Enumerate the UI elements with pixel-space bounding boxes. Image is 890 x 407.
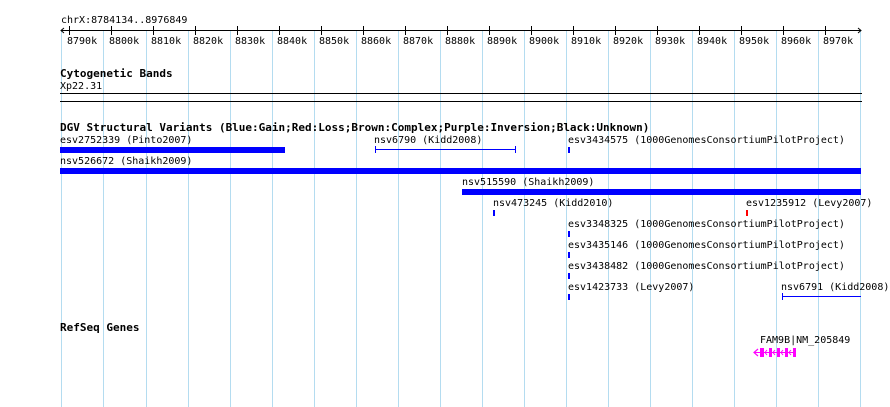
cytoband-label[interactable]: Xp22.31 <box>60 81 102 92</box>
ruler-tick-label: 8870k <box>403 36 434 47</box>
ruler-tick-label: 8790k <box>67 36 98 47</box>
grid-line <box>314 30 315 407</box>
grid-line <box>482 30 483 407</box>
variant-feature-gain[interactable] <box>568 273 570 279</box>
grid-line <box>272 30 273 407</box>
grid-line <box>440 30 441 407</box>
grid-line <box>188 30 189 407</box>
ruler-tick-label: 8920k <box>613 36 644 47</box>
variant-label[interactable]: esv3435146 (1000GenomesConsortiumPilotPr… <box>568 240 845 251</box>
variant-feature-gain[interactable] <box>493 210 495 216</box>
variant-feature-gain[interactable] <box>60 147 285 153</box>
ruler-tick-label: 8810k <box>151 36 182 47</box>
variant-feature-gain[interactable] <box>568 231 570 237</box>
cytoband-line <box>60 93 862 94</box>
variant-label[interactable]: nsv515590 (Shaikh2009) <box>462 177 594 188</box>
grid-line <box>566 30 567 407</box>
variant-label[interactable]: esv3348325 (1000GenomesConsortiumPilotPr… <box>568 219 845 230</box>
grid-line <box>524 30 525 407</box>
variant-label[interactable]: nsv526672 (Shaikh2009) <box>60 156 192 167</box>
variant-feature-gain[interactable] <box>375 149 516 150</box>
ruler-tick-label: 8960k <box>781 36 812 47</box>
ruler-tick-label: 8970k <box>823 36 854 47</box>
ruler-tick-label: 8940k <box>697 36 728 47</box>
ruler-tick-label: 8900k <box>529 36 560 47</box>
cytoband-track-title: Cytogenetic Bands <box>60 67 173 80</box>
variant-label[interactable]: nsv6791 (Kidd2008) <box>781 282 889 293</box>
ruler-tick-label: 8910k <box>571 36 602 47</box>
variant-label[interactable]: nsv473245 (Kidd2010) <box>493 198 613 209</box>
variant-label[interactable]: esv2752339 (Pinto2007) <box>60 135 192 146</box>
variant-feature-gain[interactable] <box>568 147 570 153</box>
variant-label[interactable]: esv3438482 (1000GenomesConsortiumPilotPr… <box>568 261 845 272</box>
ruler-tick-label: 8860k <box>361 36 392 47</box>
grid-line <box>230 30 231 407</box>
ruler-tick-label: 8930k <box>655 36 686 47</box>
variant-feature-gain[interactable] <box>568 252 570 258</box>
grid-line <box>860 30 861 407</box>
dgv-track-title: DGV Structural Variants (Blue:Gain;Red:L… <box>60 121 650 134</box>
variant-label[interactable]: esv1235912 (Levy2007) <box>746 198 872 209</box>
variant-label[interactable]: esv3434575 (1000GenomesConsortiumPilotPr… <box>568 135 845 146</box>
ruler-tick-label: 8890k <box>487 36 518 47</box>
grid-line <box>356 30 357 407</box>
ruler-tick-label: 8850k <box>319 36 350 47</box>
variant-feature-gain[interactable] <box>782 296 861 297</box>
variant-feature-endcap <box>515 146 516 153</box>
variant-feature-gain[interactable] <box>568 294 570 300</box>
ruler-tick-label: 8820k <box>193 36 224 47</box>
variant-label[interactable]: esv1423733 (Levy2007) <box>568 282 694 293</box>
ruler-tick-label: 8840k <box>277 36 308 47</box>
genome-browser-panel: chrX:8784134..8976849 8790k 8800k 8810k … <box>0 0 890 407</box>
refseq-track-title: RefSeq Genes <box>60 321 140 334</box>
cytoband-line <box>60 101 862 102</box>
variant-feature-gain[interactable] <box>60 168 861 174</box>
ruler-tick-label: 8950k <box>739 36 770 47</box>
variant-feature-endcap <box>375 146 376 153</box>
variant-feature-endcap <box>782 293 783 300</box>
ruler-tick-label: 8830k <box>235 36 266 47</box>
grid-line <box>146 30 147 407</box>
variant-feature-loss[interactable] <box>746 210 748 216</box>
grid-line <box>103 30 104 407</box>
gene-model-fam9b[interactable] <box>752 345 802 359</box>
ruler-tick-label: 8800k <box>109 36 140 47</box>
grid-line <box>398 30 399 407</box>
variant-feature-gain[interactable] <box>462 189 861 195</box>
ruler-tick-label: 8880k <box>445 36 476 47</box>
variant-label[interactable]: nsv6790 (Kidd2008) <box>374 135 482 146</box>
